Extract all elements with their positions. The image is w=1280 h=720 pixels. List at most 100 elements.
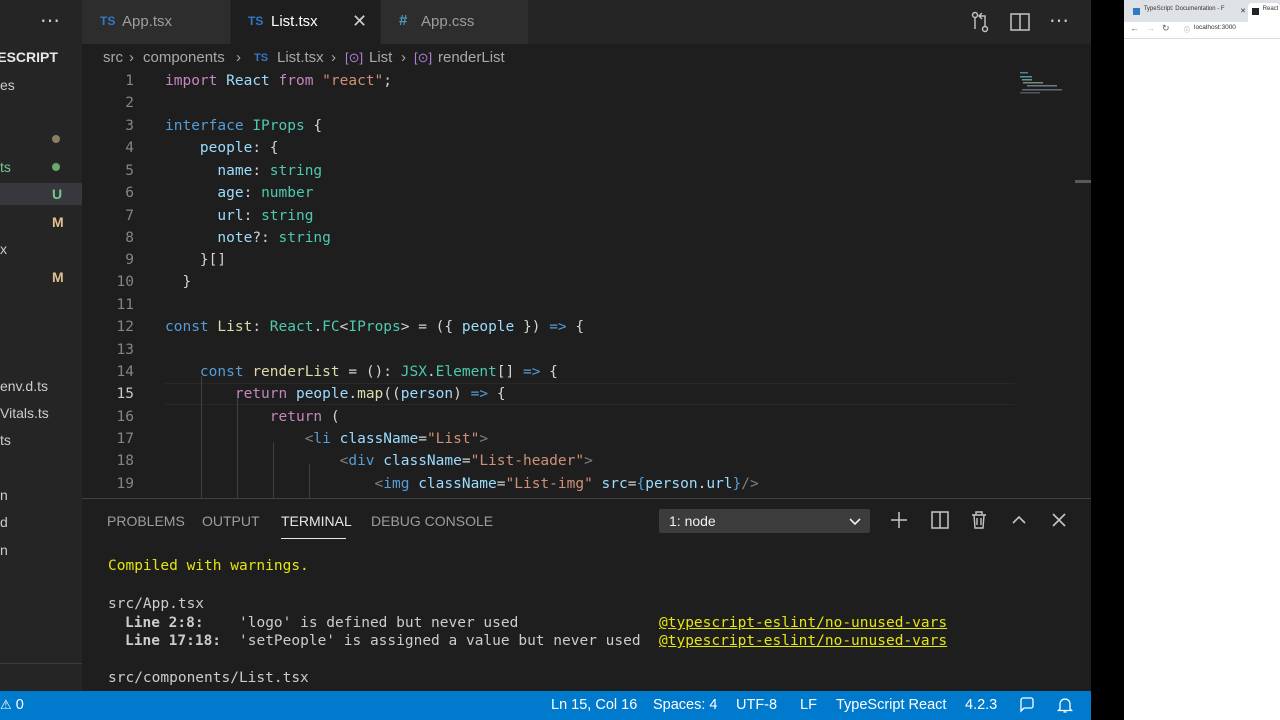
warning-rule-link[interactable]: @typescript-eslint/no-unused-vars bbox=[659, 615, 947, 631]
code-token: "react" bbox=[322, 73, 384, 89]
explorer-item[interactable]: ts bbox=[0, 156, 82, 178]
reload-icon[interactable]: ↻ bbox=[1162, 23, 1170, 34]
code-token: person bbox=[400, 386, 454, 402]
code-token: } bbox=[732, 476, 742, 492]
breadcrumb-file[interactable]: List.tsx bbox=[277, 49, 324, 66]
code-token: = (): bbox=[339, 364, 401, 380]
explorer-item[interactable] bbox=[0, 128, 82, 150]
code-token: ?: bbox=[252, 230, 279, 246]
code-token: import bbox=[165, 73, 218, 89]
feedback-icon[interactable] bbox=[1018, 696, 1036, 714]
bell-icon[interactable] bbox=[1056, 696, 1074, 714]
line-number: 16 bbox=[116, 409, 134, 425]
code-token: className bbox=[339, 431, 419, 447]
code-editor[interactable]: 1 2 3 4 5 6 7 8 9 10 11 12 13 14 15 16 17 18 19 import Rea… bbox=[82, 70, 1091, 498]
scrollbar-thumb[interactable] bbox=[1075, 180, 1091, 183]
breadcrumb-symbol-renderlist[interactable]: renderList bbox=[438, 49, 505, 66]
tab-problems[interactable]: PROBLEMS bbox=[107, 513, 185, 529]
split-editor-icon[interactable] bbox=[1008, 10, 1032, 34]
terminal-file: src/components/List.tsx bbox=[108, 670, 309, 686]
browser-tab-active[interactable]: React bbox=[1248, 3, 1280, 22]
back-icon[interactable]: ← bbox=[1130, 23, 1139, 33]
tab-app-css[interactable]: # App.css bbox=[381, 0, 529, 44]
code-token: div bbox=[348, 453, 375, 469]
code-token: . bbox=[426, 364, 436, 380]
tab-debug-console[interactable]: DEBUG CONSOLE bbox=[371, 513, 493, 529]
address-bar[interactable]: localhost:3000 bbox=[1194, 24, 1236, 36]
code-token: < bbox=[374, 476, 384, 492]
explorer-item[interactable]: es bbox=[0, 74, 82, 96]
cursor-position[interactable]: Ln 15, Col 16 bbox=[551, 697, 637, 713]
split-terminal-icon[interactable] bbox=[929, 509, 951, 531]
code-token: } bbox=[165, 274, 192, 290]
indentation[interactable]: Spaces: 4 bbox=[653, 697, 718, 713]
breadcrumb-components[interactable]: components bbox=[143, 49, 225, 66]
maximize-panel-icon[interactable] bbox=[1008, 509, 1030, 531]
typescript-version[interactable]: 4.2.3 bbox=[965, 697, 997, 713]
explorer-item[interactable]: d bbox=[0, 511, 82, 533]
chevron-down-icon bbox=[849, 518, 861, 526]
git-status-badge: M bbox=[52, 269, 64, 285]
trash-icon[interactable] bbox=[968, 509, 990, 531]
code-line: const renderList = (): JSX.Element[] => … bbox=[165, 361, 558, 383]
problems-indicator[interactable]: ⚠ 0 bbox=[0, 697, 24, 713]
code-token: . bbox=[348, 386, 358, 402]
close-icon[interactable]: ✕ bbox=[1240, 7, 1246, 15]
explorer-project-title[interactable]: TYPESCRIPT bbox=[0, 49, 58, 65]
encoding[interactable]: UTF-8 bbox=[736, 697, 777, 713]
explorer-item[interactable]: n bbox=[0, 484, 82, 506]
terminal-selector[interactable]: 1: node bbox=[659, 509, 870, 533]
line-ending[interactable]: LF bbox=[800, 697, 817, 713]
line-number: 7 bbox=[125, 208, 134, 224]
tab-output[interactable]: OUTPUT bbox=[202, 513, 260, 529]
close-panel-icon[interactable] bbox=[1048, 509, 1070, 531]
explorer-item[interactable]: M bbox=[0, 266, 82, 288]
open-changes-icon[interactable] bbox=[968, 10, 992, 34]
code-token: React bbox=[269, 319, 314, 335]
info-icon: ⓘ bbox=[1184, 28, 1191, 34]
close-icon[interactable]: ✕ bbox=[352, 11, 367, 32]
code-token: { bbox=[488, 386, 506, 402]
language-mode[interactable]: TypeScript React bbox=[836, 697, 946, 713]
window-gap bbox=[1091, 0, 1124, 720]
browser-tab-label: React bbox=[1262, 6, 1279, 12]
explorer-item-label: Vitals.ts bbox=[0, 405, 49, 421]
chevron-right-icon: › bbox=[129, 49, 134, 66]
line-number: 13 bbox=[116, 342, 134, 358]
warning-rule-link[interactable]: @typescript-eslint/no-unused-vars bbox=[659, 633, 947, 649]
code-token: return bbox=[269, 409, 323, 425]
explorer-item-label: x bbox=[0, 241, 7, 257]
bottom-panel: PROBLEMS OUTPUT TERMINAL DEBUG CONSOLE 1… bbox=[82, 498, 1091, 691]
code-token: interface bbox=[165, 118, 244, 134]
more-actions-icon[interactable]: ⋯ bbox=[1049, 8, 1069, 33]
line-number: 2 bbox=[125, 95, 134, 111]
tab-list-tsx[interactable]: TS List.tsx ✕ bbox=[231, 0, 381, 44]
code-token: => bbox=[549, 319, 567, 335]
more-actions-icon[interactable]: ⋯ bbox=[40, 8, 61, 33]
explorer-item[interactable]: n bbox=[0, 539, 82, 561]
explorer-item[interactable]: ts bbox=[0, 429, 82, 451]
explorer-item[interactable]: env.d.ts bbox=[0, 375, 82, 397]
indent-guide bbox=[309, 464, 310, 498]
code-token: people bbox=[461, 319, 515, 335]
minimap[interactable] bbox=[1017, 70, 1077, 110]
browser-tab[interactable]: TypeScript: Documentation - F ✕ bbox=[1130, 3, 1248, 22]
explorer-item[interactable]: U bbox=[0, 183, 82, 205]
tab-app-tsx[interactable]: TS App.tsx bbox=[82, 0, 231, 44]
explorer-item[interactable]: M bbox=[0, 211, 82, 233]
css-file-icon: # bbox=[399, 12, 408, 29]
new-terminal-icon[interactable] bbox=[888, 509, 910, 531]
forward-icon[interactable]: → bbox=[1146, 23, 1155, 33]
code-token: from bbox=[278, 73, 314, 89]
tab-terminal[interactable]: TERMINAL bbox=[281, 513, 352, 529]
breadcrumb-src[interactable]: src bbox=[103, 49, 123, 66]
line-number: 17 bbox=[116, 431, 134, 447]
explorer-header: ⋯ bbox=[0, 0, 82, 44]
breadcrumb-symbol-list[interactable]: List bbox=[369, 49, 392, 66]
explorer-item[interactable]: x bbox=[0, 238, 82, 260]
line-number: 4 bbox=[125, 140, 134, 156]
explorer-item[interactable]: Vitals.ts bbox=[0, 402, 82, 424]
